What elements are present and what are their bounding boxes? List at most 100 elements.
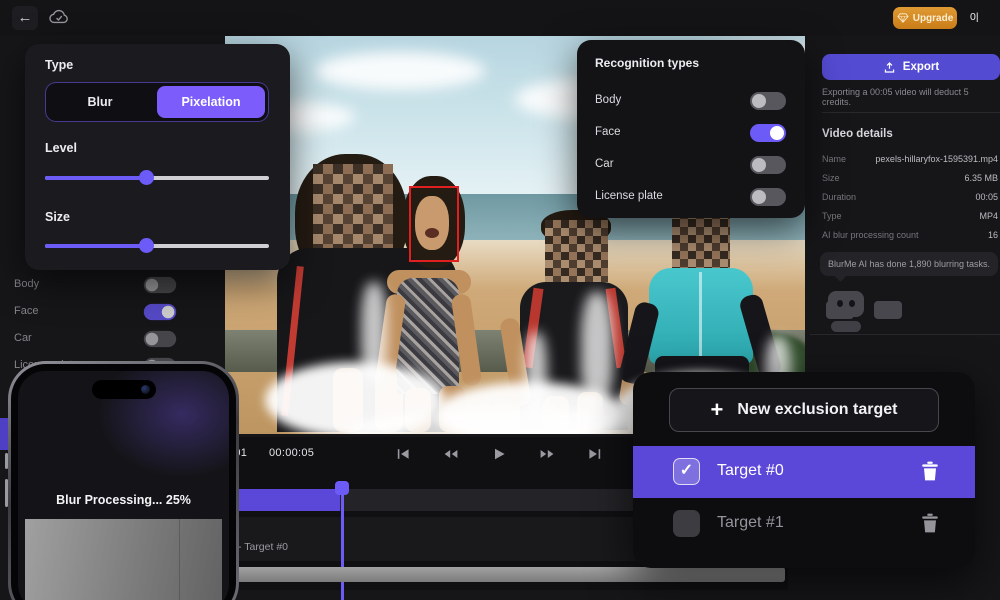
recognition-row-face: Face: [577, 124, 805, 144]
car-label: Car: [14, 332, 32, 344]
body-label: Body: [14, 278, 39, 290]
trash-icon[interactable]: [921, 461, 939, 481]
bot-message-bubble: BlurMe AI has done 1,890 blurring tasks.: [820, 252, 998, 276]
blur-option[interactable]: Blur: [46, 83, 154, 121]
gem-icon: [897, 13, 909, 23]
target1-checkbox[interactable]: [673, 510, 700, 537]
phone-screen: Blur Processing... 25%: [18, 371, 229, 600]
detail-label: Size: [822, 173, 840, 183]
car-label: Car: [595, 158, 614, 170]
back-icon[interactable]: ←: [12, 6, 38, 30]
new-exclusion-target-button[interactable]: + New exclusion target: [669, 388, 939, 432]
playhead-line[interactable]: [341, 483, 344, 600]
blur-processing-status: Blur Processing... 25%: [18, 493, 229, 507]
recognition-row-body: Body: [577, 92, 805, 112]
transport-controls: [393, 441, 633, 467]
detail-value: pexels-hillaryfox-1595391.mp4: [875, 154, 998, 164]
divider: [822, 112, 1000, 113]
level-slider-thumb[interactable]: [139, 170, 154, 185]
exclusion-targets-panel: + New exclusion target ✓ Target #0 Targe…: [633, 372, 975, 568]
detail-label: Type: [822, 211, 842, 221]
body-label: Body: [595, 94, 621, 106]
target1-label: Target #1: [717, 514, 784, 532]
body-toggle[interactable]: [144, 277, 176, 293]
phone-mockup: Blur Processing... 25%: [8, 361, 239, 600]
export-button[interactable]: Export: [822, 54, 1000, 80]
timeline-progress: [225, 489, 340, 511]
phone-camera: [141, 385, 150, 394]
detail-value: MP4: [979, 211, 998, 221]
robot-icon: [824, 288, 868, 334]
fast-forward-icon[interactable]: [537, 441, 557, 467]
sidebar-item-car: Car: [0, 330, 225, 350]
upload-icon: [883, 61, 896, 74]
upgrade-button[interactable]: Upgrade: [893, 7, 957, 29]
skip-end-icon[interactable]: [585, 441, 605, 467]
person3-pixelated-face[interactable]: [545, 220, 608, 282]
target0-checkbox[interactable]: ✓: [673, 458, 700, 485]
detail-value: 16: [988, 230, 998, 240]
detail-value: 00:05: [975, 192, 998, 202]
face-label: Face: [595, 126, 621, 138]
upgrade-label: Upgrade: [913, 13, 954, 24]
size-label: Size: [45, 210, 70, 224]
play-icon[interactable]: [489, 441, 509, 467]
level-label: Level: [45, 141, 77, 155]
body-toggle[interactable]: [750, 92, 786, 110]
new-target-label: New exclusion target: [737, 401, 897, 419]
divider: [810, 334, 1000, 335]
target-track-label: - Target #0: [238, 541, 288, 553]
phone-video-placeholder: [25, 519, 222, 600]
cloud-shape: [315, 52, 485, 90]
credits-count[interactable]: 0|: [970, 11, 979, 23]
blur-type-segmented-control: Blur Pixelation: [45, 82, 269, 122]
face-detection-box[interactable]: [409, 186, 459, 262]
pixelation-option[interactable]: Pixelation: [157, 86, 265, 118]
recognition-title: Recognition types: [595, 56, 699, 70]
detail-label: Name: [822, 154, 846, 164]
detail-value: 6.35 MB: [964, 173, 998, 183]
skip-start-icon[interactable]: [393, 441, 413, 467]
target0-label: Target #0: [717, 462, 784, 480]
export-note: Exporting a 00:05 video will deduct 5 cr…: [822, 87, 1000, 107]
detail-label: Duration: [822, 192, 856, 202]
phone-bezel: Blur Processing... 25%: [11, 364, 236, 600]
target-row-1[interactable]: Target #1: [633, 498, 975, 550]
face-toggle[interactable]: [750, 124, 786, 142]
blurme-app: ← Upgrade 0|: [0, 0, 1000, 600]
person4-zipper: [699, 272, 702, 360]
car-toggle[interactable]: [750, 156, 786, 174]
face-label: Face: [14, 305, 38, 317]
blur-settings-panel: Type Blur Pixelation Level Size: [25, 44, 290, 270]
face-toggle[interactable]: [144, 304, 176, 320]
detail-row-size: Size 6.35 MB: [822, 173, 1000, 187]
phone-side-button: [5, 453, 8, 469]
rewind-icon[interactable]: [441, 441, 461, 467]
license-plate-toggle[interactable]: [750, 188, 786, 206]
detail-row-duration: Duration 00:05: [822, 192, 1000, 206]
target-row-0[interactable]: ✓ Target #0: [633, 446, 975, 498]
playhead-handle[interactable]: [335, 481, 349, 495]
timeline-scrollbar[interactable]: [225, 567, 785, 582]
level-slider[interactable]: [45, 170, 269, 184]
size-slider[interactable]: [45, 238, 269, 252]
recognition-row-license-plate: License plate: [577, 188, 805, 208]
trash-icon[interactable]: [921, 513, 939, 533]
video-details-title: Video details: [822, 128, 893, 140]
top-bar: ← Upgrade 0|: [0, 0, 1000, 36]
dynamic-island: [92, 380, 156, 399]
recognition-row-car: Car: [577, 156, 805, 176]
license-plate-label: License plate: [595, 190, 663, 202]
sidebar-item-body: Body: [0, 276, 225, 296]
total-time: 00:00:05: [269, 447, 314, 459]
sidebar-item-face: Face: [0, 303, 225, 323]
detail-row-type: Type MP4: [822, 211, 1000, 225]
phone-side-button: [5, 479, 8, 507]
export-label: Export: [903, 61, 939, 73]
size-slider-thumb[interactable]: [139, 238, 154, 253]
recognition-types-panel: Recognition types Body Face Car License …: [577, 40, 805, 218]
plus-icon: +: [711, 400, 724, 420]
type-title: Type: [45, 58, 73, 72]
car-toggle[interactable]: [144, 331, 176, 347]
cloud-sync-icon[interactable]: [48, 8, 70, 25]
